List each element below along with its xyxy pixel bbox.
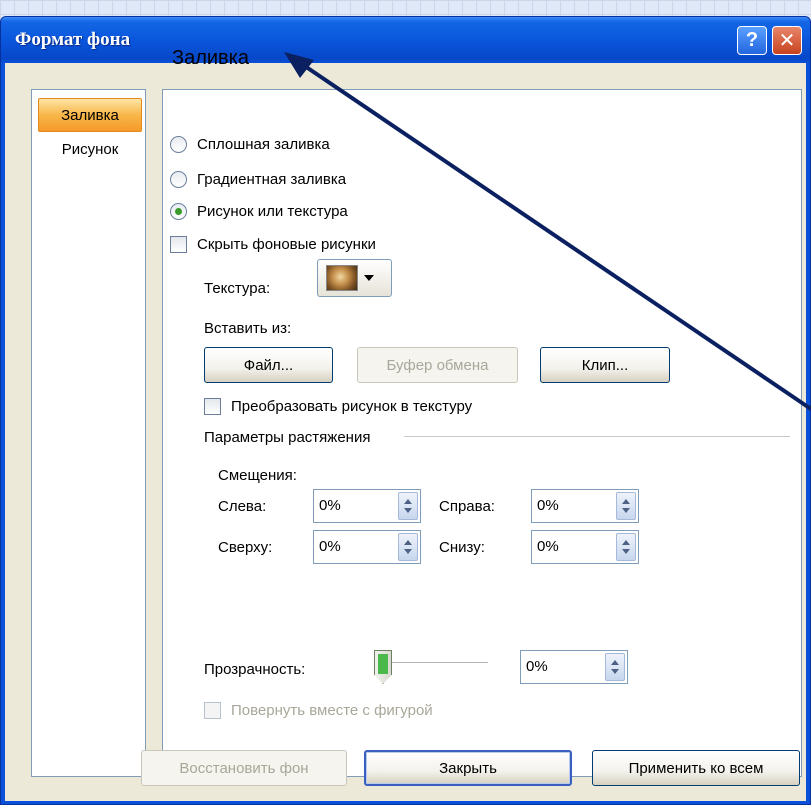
clipboard-button[interactable]: Буфер обмена: [357, 347, 518, 383]
transparency-label: Прозрачность:: [204, 661, 306, 678]
checkbox[interactable]: [204, 398, 221, 415]
category-sidebar: Заливка Рисунок: [31, 89, 146, 777]
sidebar-item-label: Заливка: [61, 106, 119, 124]
left-offset-label: Слева:: [218, 498, 267, 515]
right-offset-label: Справа:: [439, 498, 495, 515]
stepper-value: 0%: [537, 497, 559, 514]
offsets-label: Смещения:: [218, 467, 297, 484]
help-button[interactable]: ?: [737, 26, 767, 55]
apply-to-all-button[interactable]: Применить ко всем: [592, 750, 800, 786]
bottom-offset-stepper[interactable]: 0%: [531, 530, 639, 564]
sidebar-item-fill[interactable]: Заливка: [38, 98, 142, 132]
transparency-slider-track[interactable]: [385, 662, 488, 664]
title-bar[interactable]: Формат фона ? ✕: [1, 17, 810, 63]
checkbox[interactable]: [204, 702, 221, 719]
sidebar-item-picture[interactable]: Рисунок: [38, 136, 142, 162]
checkbox-label: Преобразовать рисунок в текстуру: [231, 398, 473, 415]
radio-solid-fill[interactable]: Сплошная заливка: [170, 136, 330, 153]
left-offset-stepper[interactable]: 0%: [313, 489, 421, 523]
top-offset-label: Сверху:: [218, 539, 273, 556]
spin-arrows-icon[interactable]: [616, 492, 636, 520]
radio-button[interactable]: [170, 171, 187, 188]
stepper-value: 0%: [526, 658, 548, 675]
bottom-offset-label: Снизу:: [439, 539, 485, 556]
help-icon: ?: [745, 29, 759, 51]
texture-label: Текстура:: [204, 280, 271, 297]
insert-from-label: Вставить из:: [204, 320, 292, 337]
panel-title: Заливка: [172, 47, 249, 69]
stretch-section-heading: Параметры растяжения: [204, 429, 371, 446]
stepper-value: 0%: [319, 497, 341, 514]
radio-button[interactable]: [170, 203, 187, 220]
rotate-with-shape-checkbox[interactable]: Повернуть вместе с фигурой: [204, 702, 433, 719]
radio-label: Рисунок или текстура: [197, 203, 348, 220]
spin-arrows-icon[interactable]: [605, 653, 625, 681]
sidebar-item-label: Рисунок: [61, 140, 119, 158]
checkbox-label: Скрыть фоновые рисунки: [197, 236, 376, 253]
tile-texture-checkbox[interactable]: Преобразовать рисунок в текстуру: [204, 398, 472, 415]
close-window-button[interactable]: ✕: [772, 26, 802, 55]
spin-arrows-icon[interactable]: [398, 533, 418, 561]
stepper-value: 0%: [537, 538, 559, 555]
file-button[interactable]: Файл...: [204, 347, 333, 383]
checkbox[interactable]: [170, 236, 187, 253]
hide-background-checkbox[interactable]: Скрыть фоновые рисунки: [170, 236, 376, 253]
texture-dropdown[interactable]: [317, 259, 392, 297]
clip-art-button[interactable]: Клип...: [540, 347, 670, 383]
window-title: Формат фона: [15, 29, 131, 50]
transparency-stepper[interactable]: 0%: [520, 650, 628, 684]
close-icon: ✕: [778, 30, 796, 52]
radio-label: Сплошная заливка: [197, 136, 330, 153]
radio-label: Градиентная заливка: [197, 171, 347, 188]
texture-swatch-icon: [326, 265, 358, 291]
stepper-value: 0%: [319, 538, 341, 555]
close-button[interactable]: Закрыть: [364, 750, 572, 786]
spin-arrows-icon[interactable]: [398, 492, 418, 520]
section-divider: [404, 436, 790, 437]
chevron-down-icon: [364, 275, 374, 281]
spin-arrows-icon[interactable]: [616, 533, 636, 561]
radio-button[interactable]: [170, 136, 187, 153]
right-offset-stepper[interactable]: 0%: [531, 489, 639, 523]
reset-background-button[interactable]: Восстановить фон: [141, 750, 347, 786]
dialog-client-area: Заливка Рисунок: [5, 63, 806, 801]
checkbox-label: Повернуть вместе с фигурой: [231, 702, 433, 719]
top-offset-stepper[interactable]: 0%: [313, 530, 421, 564]
radio-gradient-fill[interactable]: Градиентная заливка: [170, 171, 346, 188]
radio-picture-fill[interactable]: Рисунок или текстура: [170, 203, 348, 220]
